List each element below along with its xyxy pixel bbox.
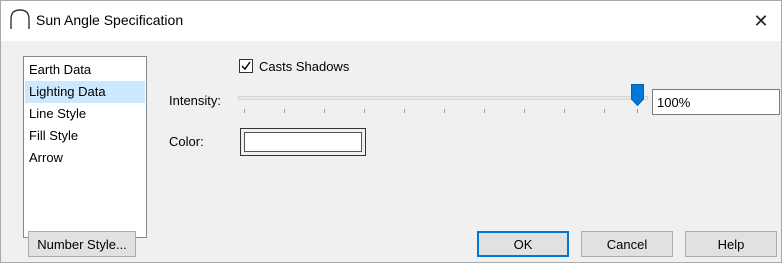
casts-shadows-checkbox-row[interactable]: Casts Shadows [239, 57, 349, 75]
intensity-label: Intensity: [169, 93, 222, 108]
color-swatch-fill [244, 132, 362, 152]
color-swatch-button[interactable] [240, 128, 366, 156]
ok-button[interactable]: OK [477, 231, 569, 257]
close-icon: ✕ [753, 10, 769, 31]
list-item-fill-style[interactable]: Fill Style [25, 125, 145, 147]
color-label: Color: [169, 134, 204, 149]
list-item-earth-data[interactable]: Earth Data [25, 59, 145, 81]
casts-shadows-label: Casts Shadows [259, 58, 350, 74]
title-bar: Sun Angle Specification ✕ [1, 1, 781, 41]
list-item-line-style[interactable]: Line Style [25, 103, 145, 125]
help-label: Help [717, 236, 745, 252]
slider-tick [284, 109, 285, 113]
casts-shadows-checkbox[interactable] [239, 59, 253, 73]
list-item-label: Earth Data [29, 62, 92, 77]
slider-tick [364, 109, 365, 113]
cancel-button[interactable]: Cancel [581, 231, 673, 257]
list-item-label: Arrow [29, 150, 63, 165]
slider-tick [604, 109, 605, 113]
help-button[interactable]: Help [685, 231, 777, 257]
list-item-lighting-data[interactable]: Lighting Data [25, 81, 145, 103]
slider-tick [444, 109, 445, 113]
sun-angle-dialog: Sun Angle Specification ✕ Earth Data Lig… [0, 0, 782, 263]
sun-angle-arc-icon [10, 9, 30, 29]
slider-tick [244, 109, 245, 113]
slider-tick [564, 109, 565, 113]
intensity-slider-track[interactable] [238, 96, 648, 100]
list-item-label: Fill Style [29, 128, 79, 143]
intensity-input[interactable] [652, 89, 780, 115]
list-item-label: Lighting Data [29, 84, 106, 99]
list-item-label: Line Style [29, 106, 87, 121]
cancel-label: Cancel [606, 236, 648, 252]
category-list[interactable]: Earth Data Lighting Data Line Style Fill… [23, 56, 147, 238]
close-button[interactable]: ✕ [741, 1, 781, 41]
slider-tick [484, 109, 485, 113]
list-item-arrow[interactable]: Arrow [25, 147, 145, 169]
window-title: Sun Angle Specification [36, 12, 184, 28]
slider-tick [404, 109, 405, 113]
checkmark-icon [241, 61, 251, 71]
slider-tick [524, 109, 525, 113]
slider-tick [324, 109, 325, 113]
number-style-label: Number Style... [37, 236, 127, 252]
ok-label: OK [513, 236, 533, 252]
slider-tick [637, 109, 638, 113]
number-style-button[interactable]: Number Style... [28, 231, 136, 257]
intensity-slider-thumb[interactable] [631, 84, 644, 106]
